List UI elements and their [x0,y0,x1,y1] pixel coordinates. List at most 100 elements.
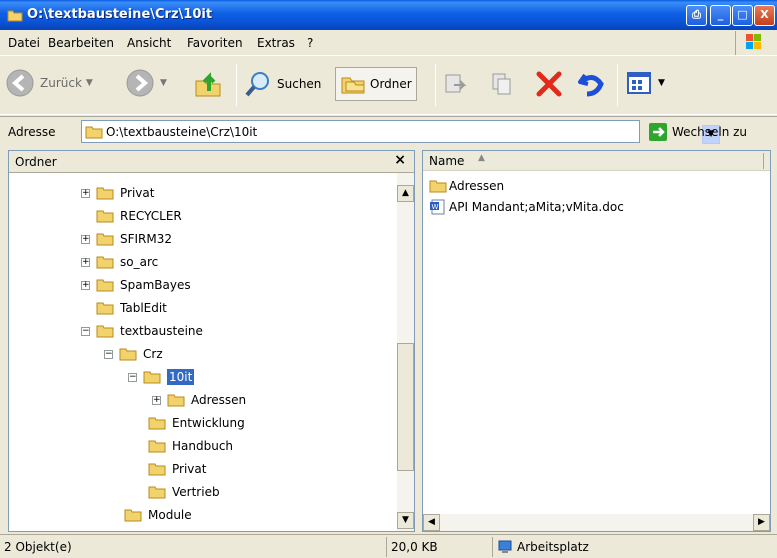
tree-item-label: SFIRM32 [120,232,173,246]
copy-to-button[interactable] [490,71,516,97]
menu-datei[interactable]: Datei [8,36,40,50]
toolbar-separator [617,64,618,106]
go-button[interactable]: Wechseln zu [648,122,747,142]
move-to-button[interactable] [442,71,468,97]
back-button[interactable]: Zurück ▼ [4,67,93,99]
file-name: API Mandant;aMita;vMita.doc [449,200,624,214]
scroll-down-button[interactable]: ▼ [397,512,414,529]
tree-item[interactable]: TablEdit [96,298,167,318]
status-object-count: 2 Objekt(e) [4,540,72,554]
go-arrow-icon [649,123,667,141]
menu-help[interactable]: ? [307,36,313,50]
tree-item-label: Privat [120,186,155,200]
tree-item[interactable]: + SpamBayes [81,275,191,295]
file-row[interactable]: W API Mandant;aMita;vMita.doc [429,198,624,216]
tree-vertical-scrollbar[interactable]: ▲ ▼ [397,173,414,531]
name-column-header[interactable]: Name ▲ [423,151,770,171]
close-pane-icon[interactable]: × [394,152,406,168]
tree-item-label: Crz [143,347,163,361]
folder-icon [96,302,114,315]
scroll-left-button[interactable]: ◀ [423,514,440,531]
expand-icon[interactable]: + [81,280,90,290]
copy-to-icon [492,73,511,95]
tree-item[interactable]: − textbausteine [81,321,203,341]
expand-icon[interactable]: + [81,234,90,244]
toolbar-separator [236,64,237,106]
views-dropdown-icon[interactable]: ▼ [658,78,665,88]
file-list-pane: Name ▲ Adressen W API Mandant;aMita;vMit… [422,150,771,532]
tree-item-label: Privat [172,462,207,476]
folder-icon [85,126,103,139]
up-folder-icon [195,72,221,97]
tree-item[interactable]: + Adressen [152,390,246,410]
file-name: Adressen [449,179,505,193]
undo-button[interactable] [577,69,607,99]
views-icon [627,72,651,94]
close-button[interactable]: X [754,5,775,26]
address-input[interactable]: O:\textbausteine\Crz\10it ▼ [81,120,720,144]
forward-arrow-icon [126,69,154,97]
expand-icon[interactable]: + [152,395,161,405]
collapse-icon[interactable]: − [81,326,90,336]
address-value: O:\textbausteine\Crz\10it [106,125,258,139]
search-button[interactable]: Suchen [243,69,321,99]
collapse-icon[interactable]: − [128,372,137,382]
forward-dropdown-icon[interactable]: ▼ [160,78,167,88]
tree-item[interactable]: Handbuch [148,436,233,456]
folders-button[interactable]: Ordner [335,67,417,101]
up-folder-button[interactable] [193,69,223,99]
folder-icon [148,417,166,430]
tree-item-selected[interactable]: − 10it [128,367,195,387]
svg-text:W: W [432,203,439,211]
menu-ansicht[interactable]: Ansicht [127,36,171,50]
status-zone: Arbeitsplatz [492,537,772,557]
collapse-icon[interactable]: − [104,349,113,359]
print-icon[interactable]: ⎙ [686,5,707,26]
folder-window-icon [7,10,23,22]
maximize-button[interactable]: □ [732,5,753,26]
views-button[interactable]: ▼ [626,70,665,96]
tree-item[interactable]: + so_arc [81,252,158,272]
minimize-button[interactable]: _ [710,5,731,26]
file-row[interactable]: Adressen [429,177,504,195]
title-bar[interactable]: O:\textbausteine\Crz\10it ⎙ _ □ X [0,0,777,30]
folder-open-icon [119,348,137,361]
tree-item[interactable]: Privat [148,459,206,479]
tree-item[interactable]: Module [124,505,192,525]
tree-item-label: textbausteine [120,324,203,338]
menu-favoriten[interactable]: Favoriten [187,36,243,50]
folder-open-icon [96,325,114,338]
tree-item[interactable]: Vertrieb [148,482,220,502]
tree-item-label: SpamBayes [120,278,191,292]
folder-tree-pane: Ordner × + Privat RECYCLER + SFIRM32 + s… [8,150,415,532]
tree-item[interactable]: + SFIRM32 [81,229,172,249]
expand-icon[interactable]: + [81,188,90,198]
tree-item[interactable]: Entwicklung [148,413,245,433]
status-zone-label: Arbeitsplatz [517,540,589,554]
menu-bar: Datei Bearbeiten Ansicht Favoriten Extra… [0,30,777,56]
file-horizontal-scrollbar[interactable]: ◀ ▶ [423,514,770,531]
toolbar: Zurück ▼ ▼ Suchen Ordner ▼ [0,57,777,115]
tree-item[interactable]: RECYCLER [96,206,182,226]
column-name-label: Name [429,154,465,168]
go-label: Wechseln zu [672,125,748,139]
folder-open-icon [143,371,161,384]
undo-icon [578,73,604,97]
menu-bearbeiten[interactable]: Bearbeiten [48,36,114,50]
back-label: Zurück [40,76,82,90]
tree-item-label: Module [148,508,192,522]
scroll-thumb[interactable] [397,343,414,471]
address-bar: Adresse O:\textbausteine\Crz\10it ▼ Wech… [0,116,777,146]
expand-icon[interactable]: + [81,257,90,267]
forward-button[interactable]: ▼ [124,67,167,99]
tree-item[interactable]: − Crz [104,344,163,364]
delete-button[interactable] [534,69,564,99]
menu-extras[interactable]: Extras [257,36,295,50]
tree-item[interactable]: + Privat [81,183,154,203]
column-divider[interactable] [763,153,764,169]
tree-item-label: RECYCLER [120,209,182,223]
windows-logo-icon [735,31,771,55]
scroll-right-button[interactable]: ▶ [753,514,770,531]
back-dropdown-icon[interactable]: ▼ [86,78,93,88]
scroll-up-button[interactable]: ▲ [397,185,414,202]
